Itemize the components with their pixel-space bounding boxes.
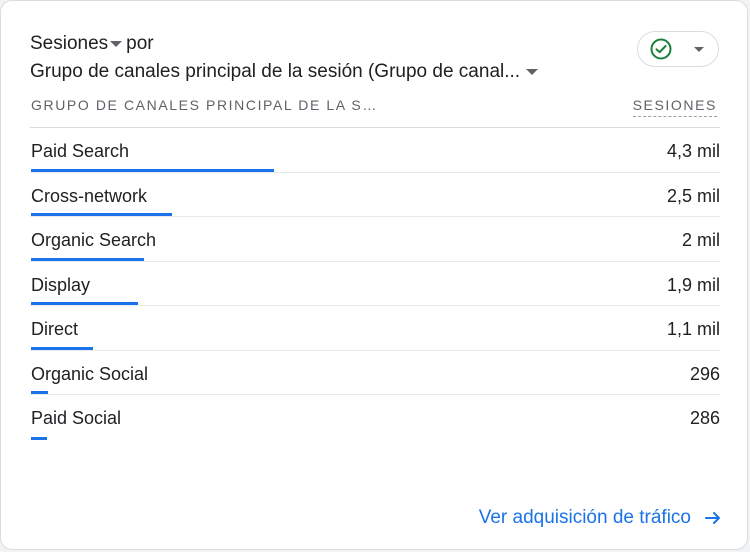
sessions-bar xyxy=(31,257,144,261)
table-row[interactable]: Paid Search 4,3 mil xyxy=(30,128,720,173)
dimension-dropdown-caret-icon[interactable] xyxy=(526,69,539,75)
table-row[interactable]: Direct 1,1 mil xyxy=(30,306,720,351)
arrow-right-icon xyxy=(705,512,720,524)
sessions-column-header[interactable]: SESIONES xyxy=(632,96,717,117)
chevron-down-icon xyxy=(694,46,704,52)
sessions-bar xyxy=(31,213,172,216)
dimension-selector-label[interactable]: Grupo de canales principal de la sesión … xyxy=(30,60,520,84)
table-row[interactable]: Organic Social 296 xyxy=(30,351,720,395)
sessions-value: 296 xyxy=(689,363,720,384)
sessions-by-channel-card: Sesiones por Grupo de canales principal … xyxy=(0,0,748,550)
sessions-bar xyxy=(31,391,48,394)
sessions-value: 1,1 mil xyxy=(666,319,720,339)
channel-label: Organic Social xyxy=(31,363,149,384)
sessions-bar xyxy=(31,346,93,350)
view-traffic-acquisition-label: Ver adquisición de tráfico xyxy=(478,507,691,528)
view-traffic-acquisition-link[interactable]: Ver adquisición de tráfico xyxy=(479,506,723,530)
check-circle-icon xyxy=(650,38,672,60)
sessions-value: 286 xyxy=(689,408,720,428)
data-quality-status-chip[interactable] xyxy=(637,31,719,67)
card-title-line2: Grupo de canales principal de la sesión … xyxy=(30,60,542,84)
table-row[interactable]: Organic Search 2 mil xyxy=(30,217,720,262)
table-row[interactable]: Paid Social 286 xyxy=(30,395,720,440)
metric-selector-label[interactable]: Sesiones xyxy=(30,32,108,56)
sessions-value: 2 mil xyxy=(681,230,720,250)
title-connector: por xyxy=(126,33,154,54)
channel-label: Cross-network xyxy=(31,185,148,206)
channel-label: Direct xyxy=(31,319,79,339)
channel-label: Organic Search xyxy=(31,230,157,250)
sessions-value: 4,3 mil xyxy=(666,141,720,161)
table-row[interactable]: Cross-network 2,5 mil xyxy=(30,173,720,217)
table-row[interactable]: Display 1,9 mil xyxy=(30,262,720,306)
channel-label: Display xyxy=(31,274,91,295)
metric-dropdown-caret-icon[interactable] xyxy=(110,41,123,47)
channel-label: Paid Search xyxy=(31,141,130,161)
sessions-bar xyxy=(31,168,274,172)
dimension-column-header: GRUPO DE CANALES PRINCIPAL DE LA S… xyxy=(31,97,378,113)
sessions-bar xyxy=(31,302,138,305)
sessions-value: 1,9 mil xyxy=(666,274,720,295)
sessions-value: 2,5 mil xyxy=(666,185,720,206)
channel-table-body: Paid Search 4,3 mil Cross-network 2,5 mil Or… xyxy=(30,128,720,440)
card-title-line1: Sesiones por xyxy=(30,32,154,56)
sessions-bar xyxy=(31,436,47,440)
channel-label: Paid Social xyxy=(31,408,122,428)
